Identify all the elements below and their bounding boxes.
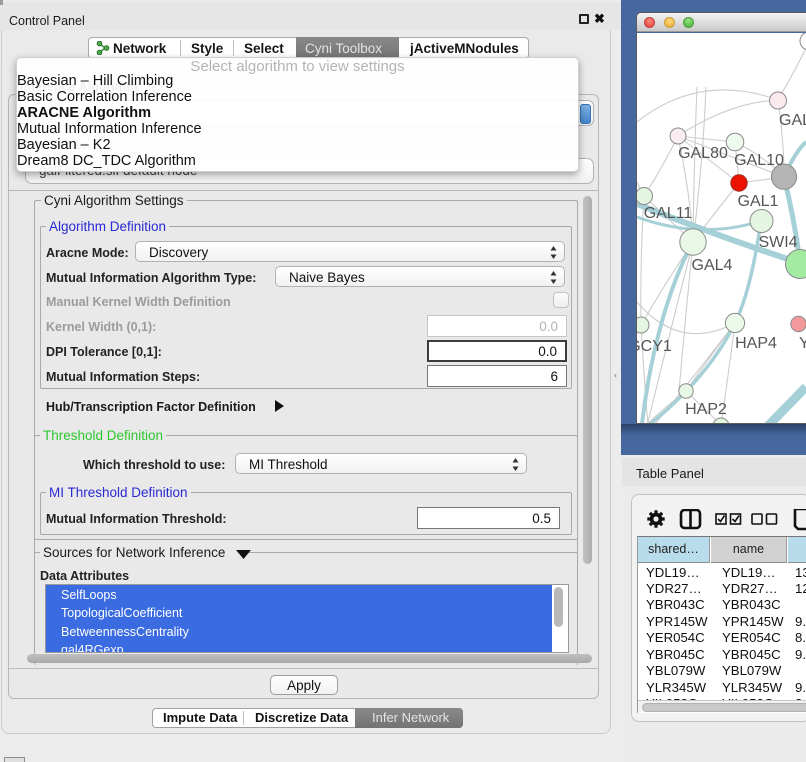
svg-text:GAL1: GAL1 bbox=[738, 193, 779, 210]
svg-text:GCY1: GCY1 bbox=[637, 338, 672, 355]
svg-text:GAL80: GAL80 bbox=[678, 145, 728, 162]
svg-text:YM: YM bbox=[799, 335, 806, 352]
svg-text:GAL4: GAL4 bbox=[692, 257, 733, 274]
svg-text:GAL10: GAL10 bbox=[734, 152, 784, 169]
svg-text:SWI4: SWI4 bbox=[758, 234, 797, 251]
svg-text:HAP4: HAP4 bbox=[735, 335, 777, 352]
svg-text:HAP2: HAP2 bbox=[685, 401, 727, 418]
svg-text:GAL11: GAL11 bbox=[644, 205, 693, 222]
svg-text:GAL7: GAL7 bbox=[779, 112, 806, 129]
